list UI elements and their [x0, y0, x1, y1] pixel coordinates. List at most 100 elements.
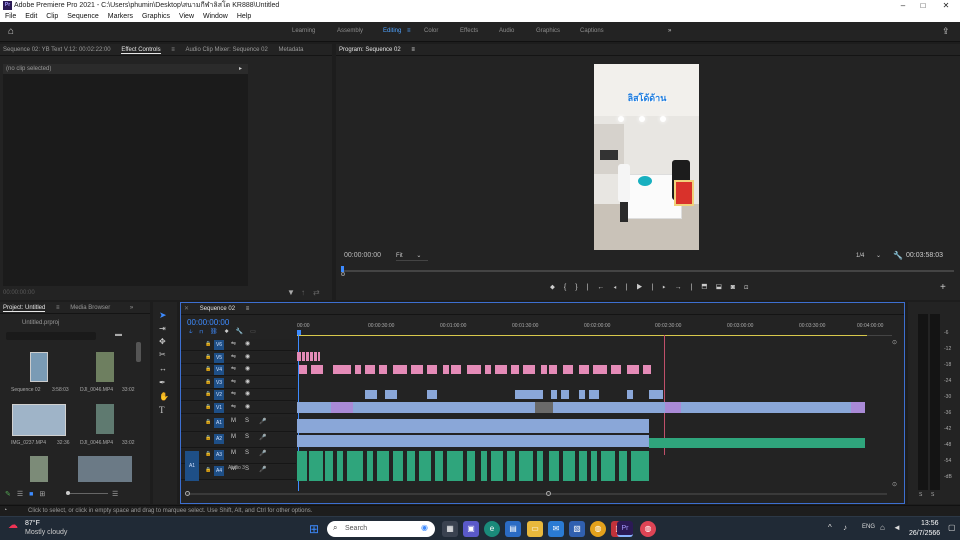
v4-clip[interactable] [467, 365, 481, 374]
v2-clip[interactable] [365, 390, 377, 399]
scroll-up-icon[interactable]: ⊙ [892, 339, 897, 346]
menu-markers[interactable]: Markers [108, 13, 133, 20]
a3-audio-clip[interactable] [435, 451, 443, 481]
a3-audio-clip[interactable] [619, 451, 627, 481]
workspace-learning[interactable]: Learning [292, 28, 315, 34]
a3-audio-clip[interactable] [325, 451, 333, 481]
a3-audio-clip[interactable] [467, 451, 475, 481]
a3-audio-clip[interactable] [631, 451, 649, 481]
a3-audio-clip[interactable] [591, 451, 597, 481]
v2-clip[interactable] [551, 390, 557, 399]
taskview-icon[interactable]: ▦ [442, 521, 458, 537]
v5-clip[interactable] [297, 352, 301, 361]
menu-window[interactable]: Window [203, 13, 228, 20]
teams-icon[interactable]: ▣ [463, 521, 479, 537]
tab-source[interactable]: Sequence 02: YB Text V.12: 00:02:22:00 [3, 47, 111, 53]
v5-clip[interactable] [310, 352, 313, 361]
extract-icon[interactable]: ⬓ [716, 284, 731, 291]
program-menu-icon[interactable]: ≡ [411, 47, 415, 53]
a3-audio-clip[interactable] [419, 451, 431, 481]
more-tabs-icon[interactable]: » [130, 305, 133, 311]
weather-desc[interactable]: Mostly cloudy [25, 529, 67, 536]
v1-graphic-clip[interactable] [331, 402, 353, 413]
thumbnail-clip[interactable] [78, 456, 132, 482]
solo-button[interactable]: S [245, 418, 249, 424]
start-icon[interactable]: ⊞ [306, 521, 322, 537]
lock-icon[interactable]: 🔒 [205, 435, 211, 441]
a3-audio-clip[interactable] [549, 451, 559, 481]
a3-audio-clip[interactable] [309, 451, 323, 481]
quality-dropdown[interactable]: 1/4 ⌄ [856, 252, 884, 261]
v4-clip[interactable] [643, 365, 651, 374]
mic-icon[interactable]: 🎤 [259, 418, 266, 425]
lock-icon[interactable]: 🔒 [205, 467, 211, 473]
sync-lock-icon[interactable]: ⇋ [231, 365, 236, 372]
v4-clip[interactable] [365, 365, 375, 374]
a3-audio-clip[interactable] [393, 451, 403, 481]
solo-button[interactable]: S [245, 466, 249, 472]
a3-audio-clip[interactable] [447, 451, 463, 481]
v2-clip[interactable] [627, 390, 633, 399]
add-marker-icon[interactable]: ⬥ [550, 284, 564, 291]
expand-icon[interactable]: ▸ [239, 65, 242, 72]
eye-icon[interactable]: ◉ [245, 365, 250, 372]
v4-clip[interactable] [355, 365, 361, 374]
thumbnail-dji[interactable] [96, 352, 114, 382]
workspace-effects[interactable]: Effects [460, 28, 478, 34]
a2-music-clip[interactable] [649, 438, 865, 448]
clock-date[interactable]: 26/7/2566 [909, 530, 940, 537]
workspace-audio[interactable]: Audio [499, 28, 514, 34]
a3-audio-clip[interactable] [481, 451, 487, 481]
project-search-input[interactable] [6, 332, 96, 340]
a3-audio-clip[interactable] [601, 451, 615, 481]
settings-wrench-icon[interactable]: 🔧 [893, 251, 903, 260]
ripple-edit-tool-icon[interactable]: ✥ [159, 337, 166, 346]
lock-icon[interactable]: 🔒 [205, 391, 211, 397]
a3-audio-clip[interactable] [491, 451, 503, 481]
v4-clip[interactable] [627, 365, 639, 374]
tab-media-browser[interactable]: Media Browser [70, 305, 110, 311]
mic-icon[interactable]: 🎤 [259, 434, 266, 441]
v4-clip[interactable] [299, 365, 307, 374]
lock-icon[interactable]: 🔒 [205, 451, 211, 457]
freeform-view-icon[interactable]: ⊞ [39, 491, 51, 498]
v5-clip[interactable] [318, 352, 320, 361]
razor-tool-icon[interactable]: ✂ [159, 350, 166, 359]
tab-audio-clip-mixer[interactable]: Audio Clip Mixer: Sequence 02 [185, 47, 267, 53]
taskbar-search-input[interactable]: ⌕ Search ◉ [327, 521, 435, 537]
v4-clip[interactable] [485, 365, 491, 374]
v4-clip[interactable] [563, 365, 573, 374]
scroll-down-icon[interactable]: ⊙ [892, 481, 897, 488]
a3-audio-clip[interactable] [563, 451, 575, 481]
timeline-horizontal-scrollbar[interactable] [187, 493, 887, 495]
thumbnail-img[interactable] [12, 404, 66, 436]
workspace-menu-icon[interactable]: ≡ [407, 28, 411, 34]
project-scrollbar[interactable] [136, 342, 141, 362]
lock-icon[interactable]: 🔒 [205, 366, 211, 372]
program-timecode[interactable]: 00:00:00:00 [344, 252, 381, 259]
solo-left-button[interactable]: S [919, 492, 922, 498]
photos-icon[interactable]: ▧ [569, 521, 585, 537]
v2-clip[interactable] [385, 390, 397, 399]
workspace-color[interactable]: Color [424, 28, 438, 34]
thumbnail-clip[interactable] [30, 456, 48, 482]
lock-icon[interactable]: 🔒 [205, 404, 211, 410]
v2-clip[interactable] [561, 390, 569, 399]
menu-sequence[interactable]: Sequence [67, 13, 99, 20]
v4-clip[interactable] [495, 365, 507, 374]
project-menu-icon[interactable]: ≡ [56, 305, 60, 311]
weather-icon[interactable]: ☁ [8, 520, 18, 531]
mark-out-icon[interactable]: } [575, 284, 586, 291]
a3-audio-clip[interactable] [377, 451, 389, 481]
solo-right-button[interactable]: S [931, 492, 934, 498]
nest-icon[interactable]: ⫝ [189, 329, 200, 335]
chevron-up-icon[interactable]: ^ [828, 523, 832, 532]
workspace-captions[interactable]: Captions [580, 28, 604, 34]
go-to-in-icon[interactable]: |← [587, 284, 614, 291]
mic-icon[interactable]: ♪ [843, 523, 847, 532]
comparison-view-icon[interactable]: ⊡ [744, 284, 757, 291]
pencil-icon[interactable]: ✎ [5, 491, 17, 498]
v1-clip[interactable] [681, 402, 851, 413]
work-area-bar[interactable] [297, 335, 867, 336]
menu-graphics[interactable]: Graphics [142, 13, 170, 20]
